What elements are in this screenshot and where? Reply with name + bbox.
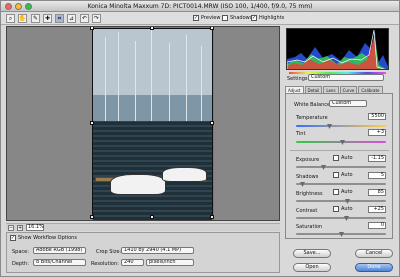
- crop-handle[interactable]: [210, 215, 214, 219]
- preview-checkbox[interactable]: ✓ Preview: [193, 15, 220, 21]
- crop-handle[interactable]: [150, 215, 154, 219]
- exposure-auto-label: Auto: [341, 155, 353, 161]
- shadows-auto-checkbox[interactable]: Auto: [333, 172, 353, 178]
- histogram-red-channel: [287, 37, 382, 69]
- zoom-in-button[interactable]: +: [17, 224, 23, 231]
- brightness-label: Brightness: [296, 191, 323, 197]
- exposure-field[interactable]: -1.15: [368, 155, 386, 162]
- tint-field[interactable]: +3: [368, 129, 386, 136]
- show-workflow-options-checkbox[interactable]: ✓ Show Workflow Options: [10, 235, 77, 241]
- crop-handle[interactable]: [210, 27, 214, 30]
- zoom-controls: − + 16.1%: [6, 223, 280, 231]
- crop-handle[interactable]: [90, 215, 94, 219]
- rotate-left-icon[interactable]: ↶: [80, 14, 89, 23]
- histogram: [286, 28, 389, 70]
- depth-label: Depth:: [12, 261, 29, 267]
- crop-mask-left: [7, 27, 92, 220]
- shadows-label: Shadows: [230, 15, 253, 21]
- white-balance-tool-icon[interactable]: ✎: [31, 14, 40, 23]
- toolbar: ⌕ ✋ ✎ ✚ ⌗ ⊿ ↶ ↷ ✓ Preview Shadows ✓ High…: [1, 12, 399, 25]
- exposure-slider[interactable]: [296, 166, 386, 168]
- crop-handle[interactable]: [90, 121, 94, 125]
- cropped-photo: [92, 28, 213, 220]
- shadows-adjust-label: Shadows: [296, 174, 319, 180]
- settings-label: Settings:: [287, 76, 310, 82]
- resolution-label: Resolution:: [91, 261, 119, 267]
- white-boat: [110, 174, 166, 195]
- white-balance-select[interactable]: Custom: [329, 100, 367, 107]
- contrast-auto-checkbox[interactable]: Auto: [333, 206, 353, 212]
- workflow-options: ✓ Show Workflow Options Space: Adobe RGB…: [6, 232, 280, 273]
- zoom-out-button[interactable]: −: [8, 224, 14, 231]
- exposure-label: Exposure: [296, 157, 320, 163]
- image-preview[interactable]: [6, 26, 280, 221]
- cancel-button[interactable]: Cancel: [355, 249, 393, 258]
- straighten-tool-icon[interactable]: ⊿: [67, 14, 76, 23]
- show-workflow-options-label: Show Workflow Options: [18, 235, 77, 241]
- space-select[interactable]: Adobe RGB (1998): [33, 247, 86, 254]
- open-button[interactable]: Open: [293, 263, 331, 272]
- preview-check-icon[interactable]: ✓: [193, 15, 199, 21]
- crop-handle[interactable]: [150, 27, 154, 30]
- contrast-field[interactable]: +25: [368, 206, 386, 213]
- contrast-label: Contrast: [296, 208, 318, 214]
- done-button[interactable]: Done: [355, 263, 393, 272]
- zoom-tool-icon[interactable]: ⌕: [6, 14, 15, 23]
- exposure-auto-checkbox[interactable]: Auto: [333, 155, 353, 161]
- save-button[interactable]: Save...: [293, 249, 331, 258]
- contrast-auto-check-icon[interactable]: [333, 206, 339, 212]
- crop-handle[interactable]: [210, 121, 214, 125]
- crop-handle[interactable]: [90, 27, 94, 30]
- shadows-auto-label: Auto: [341, 172, 353, 178]
- shadows-field[interactable]: 5: [368, 172, 386, 179]
- brightness-auto-check-icon[interactable]: [333, 189, 339, 195]
- settings-select[interactable]: Custom: [308, 74, 384, 81]
- shadows-checkbox[interactable]: Shadows: [222, 15, 252, 21]
- shadows-check-icon[interactable]: [222, 15, 228, 21]
- brightness-auto-label: Auto: [341, 189, 353, 195]
- shadows-slider[interactable]: [296, 183, 386, 185]
- rotate-right-icon[interactable]: ↷: [92, 14, 101, 23]
- resolution-unit-select[interactable]: pixels/inch: [146, 259, 194, 266]
- space-label: Space:: [12, 249, 29, 255]
- temperature-label: Temperature: [296, 115, 328, 121]
- brightness-field[interactable]: 85: [368, 189, 386, 196]
- adjust-panel: White Balance: Custom Temperature 5500 T…: [285, 93, 393, 239]
- exposure-auto-check-icon[interactable]: [333, 155, 339, 161]
- title-bar: Konica Minolta Maxxum 7D: PICT0014.MRW (…: [1, 1, 399, 12]
- window-title: Konica Minolta Maxxum 7D: PICT0014.MRW (…: [87, 3, 313, 10]
- temperature-slider[interactable]: [296, 125, 386, 127]
- color-sampler-tool-icon[interactable]: ✚: [43, 14, 52, 23]
- crop-mask-right: [214, 27, 279, 220]
- zoom-level-field[interactable]: 16.1%: [26, 224, 44, 231]
- tint-label: Tint: [296, 131, 306, 137]
- histogram-graph: [287, 29, 388, 69]
- shadows-auto-check-icon[interactable]: [333, 172, 339, 178]
- temperature-field[interactable]: 5500: [368, 113, 386, 120]
- saturation-field[interactable]: 0: [368, 222, 386, 229]
- white-boat: [162, 167, 207, 182]
- hand-tool-icon[interactable]: ✋: [18, 14, 27, 23]
- depth-select[interactable]: 8 Bits/Channel: [33, 259, 86, 266]
- crop-size-select[interactable]: 1410 by 2940 (4.1 MP): [121, 247, 194, 254]
- adjust-section-divider: [290, 150, 389, 151]
- brightness-slider[interactable]: [296, 200, 386, 202]
- brightness-auto-checkbox[interactable]: Auto: [333, 189, 353, 195]
- highlights-checkbox[interactable]: ✓ Highlights: [251, 15, 284, 21]
- highlights-check-icon[interactable]: ✓: [251, 15, 257, 21]
- contrast-auto-label: Auto: [341, 206, 353, 212]
- saturation-label: Saturation: [296, 224, 323, 230]
- resolution-field[interactable]: 240: [121, 259, 144, 266]
- white-balance-label: White Balance:: [294, 102, 332, 108]
- preview-label: Preview: [201, 15, 221, 21]
- camera-raw-window: Konica Minolta Maxxum 7D: PICT0014.MRW (…: [0, 0, 400, 277]
- crop-tool-icon[interactable]: ⌗: [55, 14, 64, 23]
- highlights-label: Highlights: [259, 15, 285, 21]
- crop-size-label: Crop Size:: [96, 249, 122, 255]
- show-workflow-check-icon[interactable]: ✓: [10, 235, 16, 241]
- contrast-slider[interactable]: [296, 217, 386, 219]
